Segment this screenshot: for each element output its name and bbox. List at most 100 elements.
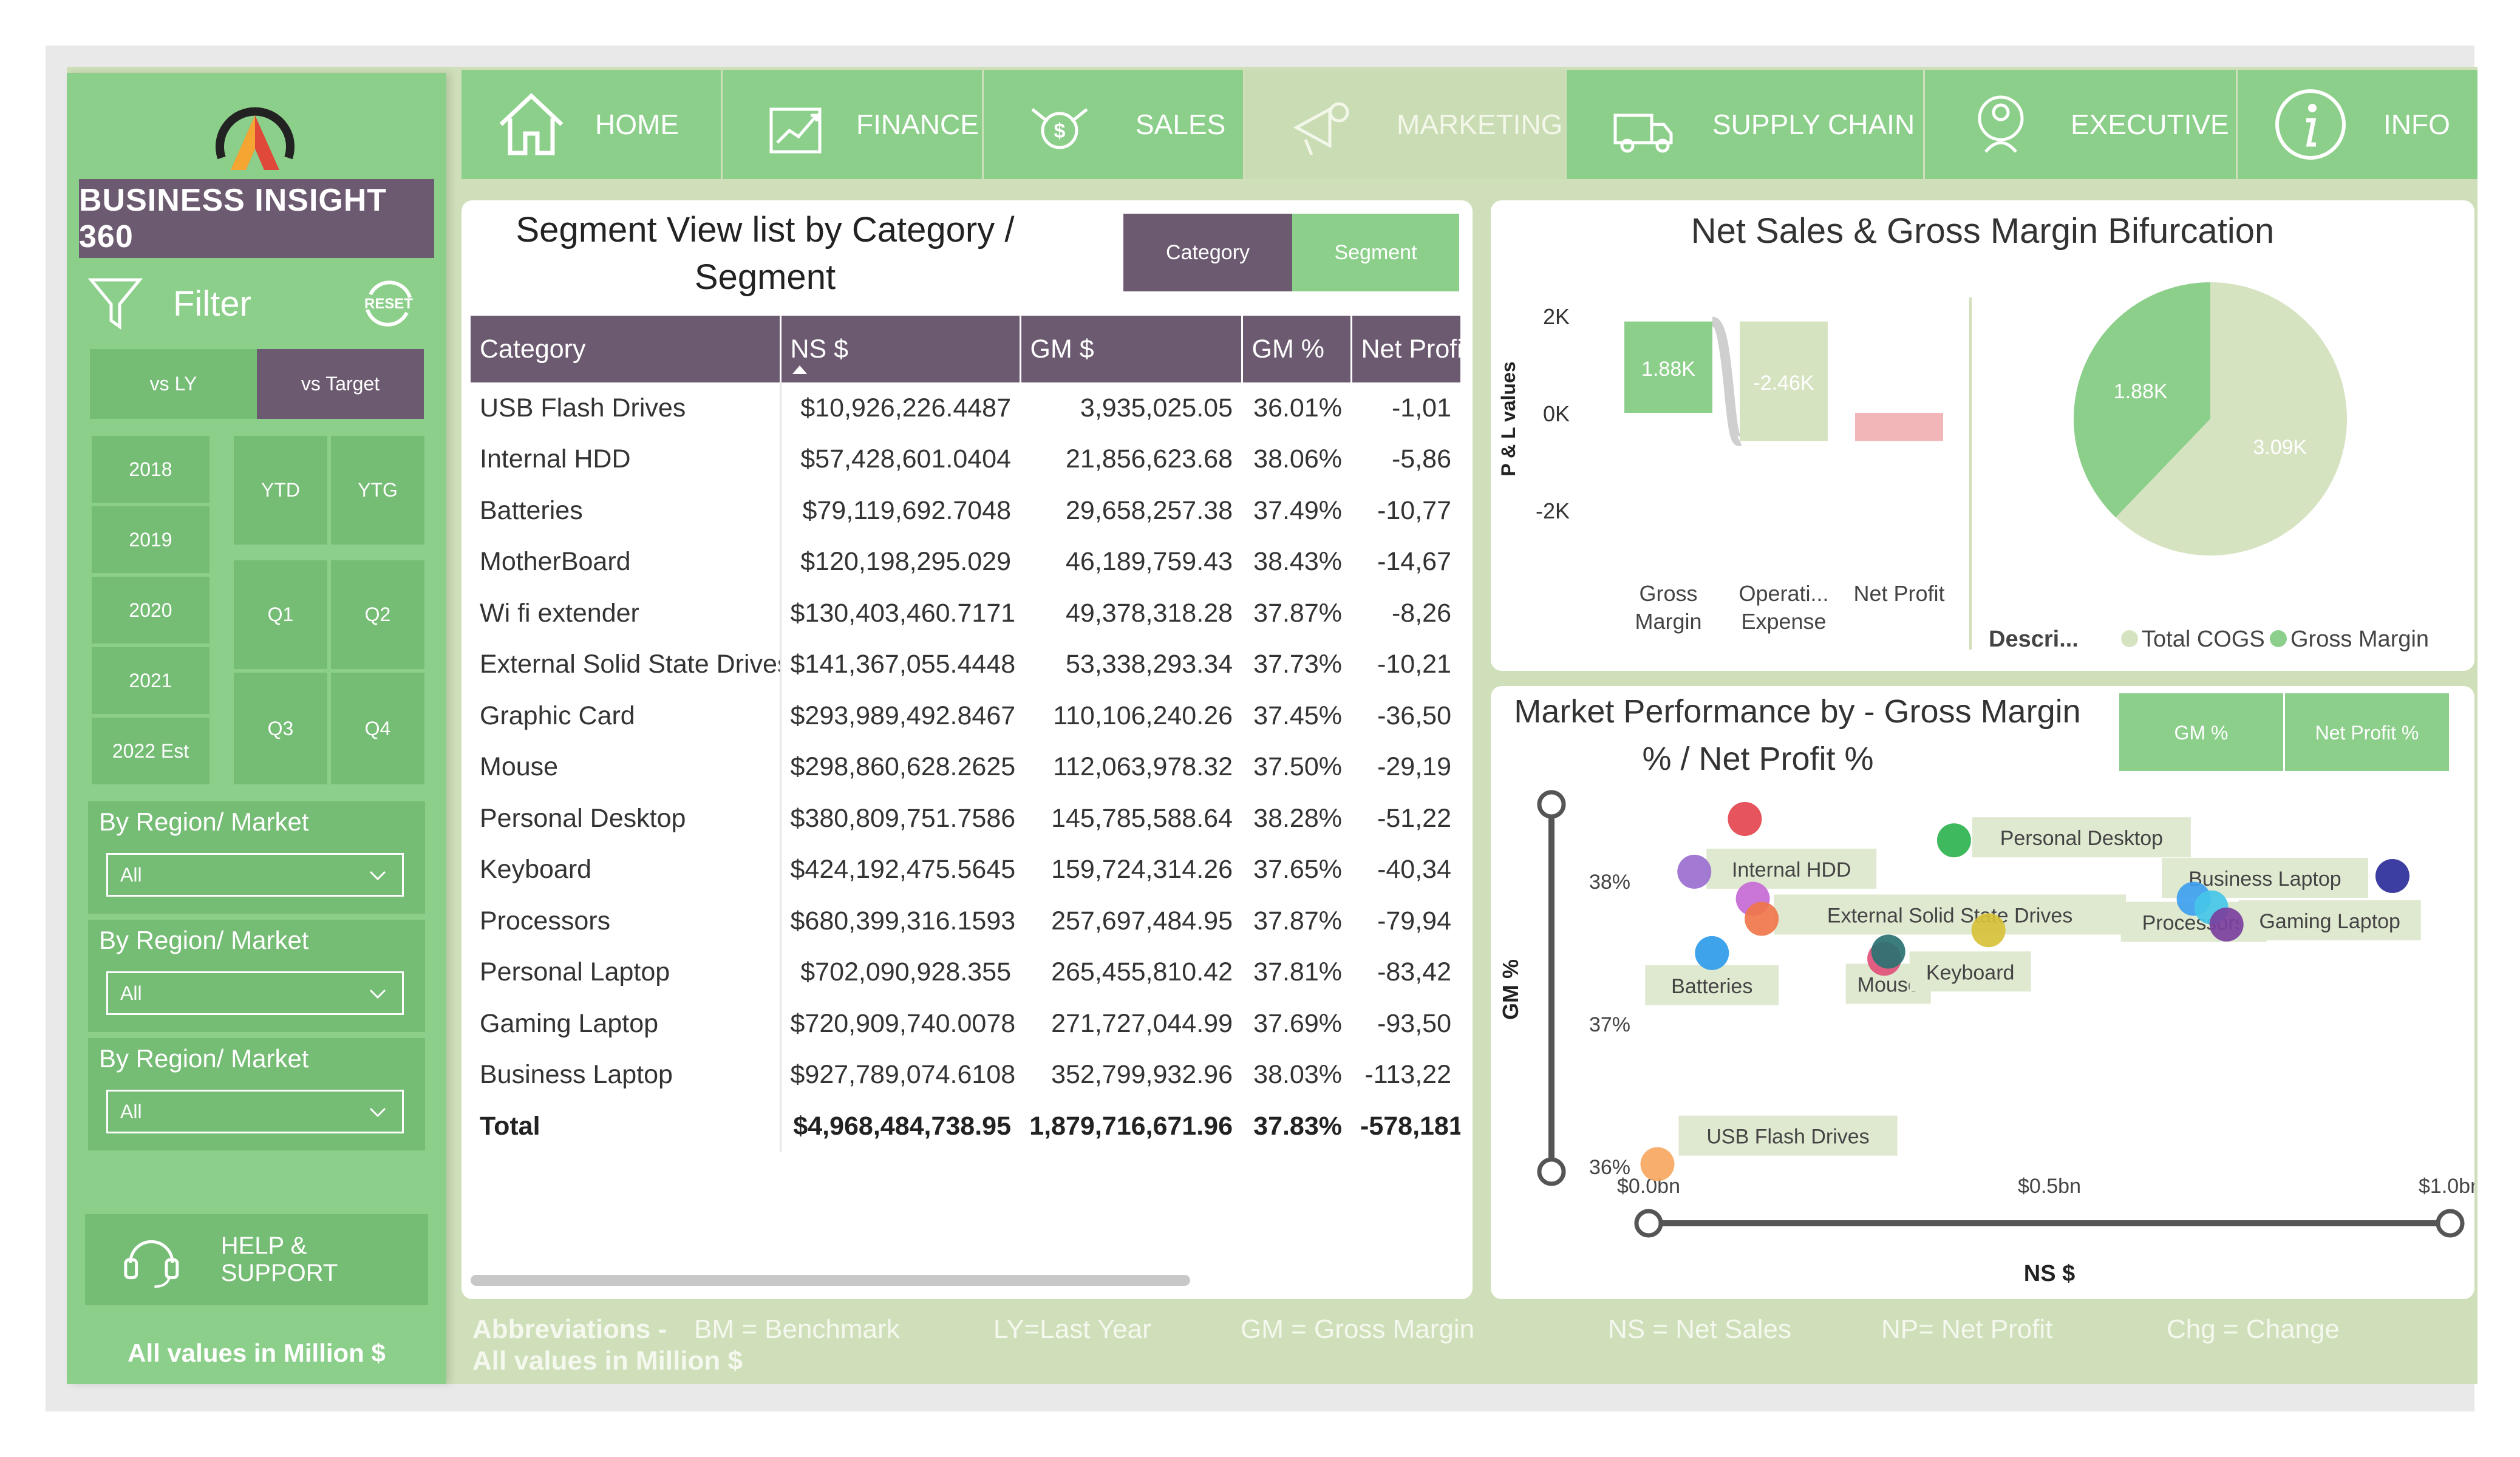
abbreviation-item: NS = Net Sales [1608, 1314, 1792, 1344]
region-dropdown[interactable]: All [106, 1090, 404, 1133]
scatter-point[interactable] [1936, 823, 1971, 858]
y-tick-label: 38% [1589, 871, 1630, 894]
table-cell-category: Total [471, 1101, 782, 1152]
scatter-point[interactable] [1745, 902, 1779, 936]
scatter-point[interactable] [1971, 913, 2006, 948]
year-2022-est[interactable]: 2022 Est [90, 716, 211, 786]
column-header-category[interactable]: Category [471, 316, 782, 382]
table-cell-value: -83,42 [1377, 957, 1451, 987]
table-row[interactable]: Internal HDD $57,428,601.0404 21,856,623.6… [471, 433, 1460, 485]
table-row[interactable]: Gaming Laptop $720,909,740.0078 271,727,04… [471, 998, 1460, 1050]
nav-sales[interactable]: $ SALES [984, 70, 1245, 179]
pie-data-label: 1.88K [2114, 380, 2168, 403]
year-2019[interactable]: 2019 [90, 504, 211, 575]
table-cell-value: 110,106,240.26 [1053, 701, 1233, 730]
point-label: Internal HDD [1732, 858, 1851, 881]
table-cell-value: 37.87% [1253, 906, 1342, 936]
nav-home[interactable]: HOME [461, 70, 723, 179]
table-row[interactable]: Business Laptop $927,789,074.6108 352,799,… [471, 1049, 1460, 1101]
region-dropdown[interactable]: All [106, 853, 404, 897]
x-tick-label: Gross Margin [1635, 581, 1701, 634]
help-support-button[interactable]: HELP & SUPPORT [85, 1214, 428, 1305]
x-axis-label: NS $ [2024, 1261, 2075, 1286]
y-slider-handle-bottom[interactable] [1537, 1157, 1566, 1186]
period-ytd[interactable]: YTD [232, 434, 329, 546]
nav-marketing[interactable]: MARKETING [1245, 70, 1567, 179]
table-cell-value: 37.87% [1253, 598, 1342, 628]
legend-marker [2121, 630, 2138, 647]
waterfall-connector [1710, 316, 1743, 446]
table-cell-category: Batteries [471, 485, 782, 537]
table-cell-category: Wi fi extender [471, 588, 782, 639]
table-row[interactable]: External Solid State Drives $141,367,055.… [471, 639, 1460, 690]
horizontal-scrollbar[interactable] [471, 1275, 1190, 1286]
column-header-net-profit[interactable]: Net Profi [1351, 316, 1460, 382]
nav-executive[interactable]: EXECUTIVE [1925, 70, 2238, 179]
nav-supply-chain[interactable]: SUPPLY CHAIN [1567, 70, 1925, 179]
table-row[interactable]: Keyboard $424,192,475.5645 159,724,314.26 3… [471, 844, 1460, 895]
table-total-row[interactable]: Total $4,968,484,738.95 1,879,716,671.96 37… [471, 1101, 1460, 1152]
table-row[interactable]: Wi fi extender $130,403,460.7171 49,378,31… [471, 588, 1460, 639]
abbreviations-label: Abbreviations - [472, 1314, 667, 1344]
table-row[interactable]: Batteries $79,119,692.7048 29,658,257.38 37… [471, 485, 1460, 537]
vs-target-button[interactable]: vs Target [257, 349, 424, 419]
x-slider-handle-left[interactable] [1634, 1209, 1663, 1238]
table-row[interactable]: USB Flash Drives $10,926,226.4487 3,935,02… [471, 382, 1460, 434]
table-row[interactable]: MotherBoard $120,198,295.029 46,189,759.43… [471, 536, 1460, 588]
table-row[interactable]: Mouse $298,860,628.2625 112,063,978.32 37.5… [471, 741, 1460, 793]
quarter-q1[interactable]: Q1 [232, 559, 329, 671]
table-cell-category: Keyboard [471, 844, 782, 895]
filter-label: Filter [173, 284, 251, 324]
table-row[interactable]: Processors $680,399,316.1593 257,697,484.9… [471, 895, 1460, 947]
table-cell-value: 37.73% [1253, 650, 1342, 679]
nav-executive-label: EXECUTIVE [2071, 109, 2229, 140]
waterfall-bar [1855, 413, 1943, 441]
table-cell-value: 38.03% [1253, 1060, 1342, 1090]
market-performance-chart: Market Performance by - Gross Margin% / … [1498, 693, 2482, 1286]
x-slider-handle-right[interactable] [2436, 1209, 2465, 1238]
scatter-point[interactable] [1695, 936, 1729, 970]
scatter-point[interactable] [1728, 801, 1762, 836]
y-slider-handle-top[interactable] [1537, 790, 1566, 819]
quarter-q2[interactable]: Q2 [329, 559, 426, 671]
table-row[interactable]: Personal Desktop $380,809,751.7586 145,785… [471, 793, 1460, 844]
reset-button[interactable]: RESET [358, 273, 419, 334]
year-2018[interactable]: 2018 [90, 434, 211, 504]
scatter-point[interactable] [1640, 1147, 1675, 1181]
period-ytg[interactable]: YTG [329, 434, 426, 546]
table-row[interactable]: Personal Laptop $702,090,928.355 265,455,8… [471, 946, 1460, 998]
year-2021[interactable]: 2021 [90, 645, 211, 716]
point-label: External Solid State Drives [1827, 904, 2072, 927]
nav-info[interactable]: INFO [2238, 70, 2477, 179]
pie-data-label: 3.09K [2253, 436, 2307, 459]
column-header-gm-pct[interactable]: GM % [1242, 316, 1352, 382]
scatter-point[interactable] [2209, 907, 2244, 942]
table-cell-value: $10,926,226.4487 [800, 393, 1011, 423]
column-header-ns[interactable]: NS $ [780, 316, 1021, 382]
column-header-gm[interactable]: GM $ [1020, 316, 1243, 382]
region-dropdown[interactable]: All [106, 971, 404, 1015]
category-toggle-button[interactable]: Category [1123, 214, 1292, 291]
scatter-point[interactable] [2375, 858, 2409, 893]
table-cell-value: 145,785,588.64 [1051, 803, 1233, 833]
table-cell-category: Mouse [471, 741, 782, 793]
brand-title: BUSINESS INSIGHT 360 [79, 179, 434, 258]
scatter-point[interactable] [1677, 854, 1712, 889]
y-tick-label: 2K [1543, 304, 1570, 329]
quarter-q4[interactable]: Q4 [329, 671, 426, 786]
vs-ly-button[interactable]: vs LY [90, 349, 257, 419]
y-tick-label: 37% [1589, 1013, 1630, 1036]
abbreviation-item: LY=Last Year [993, 1314, 1151, 1344]
quarter-q3[interactable]: Q3 [232, 671, 329, 786]
table-cell-value: $680,399,316.1593 [790, 906, 1016, 936]
table-cell-value: -10,21 [1377, 650, 1451, 679]
nav-finance[interactable]: FINANCE [723, 70, 984, 179]
year-2020[interactable]: 2020 [90, 575, 211, 645]
table-cell-value: 36.01% [1253, 393, 1342, 423]
table-row[interactable]: Graphic Card $293,989,492.8467 110,106,240… [471, 690, 1460, 742]
scatter-point[interactable] [1871, 934, 1905, 969]
finance-icon [769, 107, 822, 154]
segment-toggle-button[interactable]: Segment [1292, 214, 1459, 291]
filter-icon [88, 278, 143, 330]
region-filter-2: By Region/ Market All [88, 920, 425, 1032]
